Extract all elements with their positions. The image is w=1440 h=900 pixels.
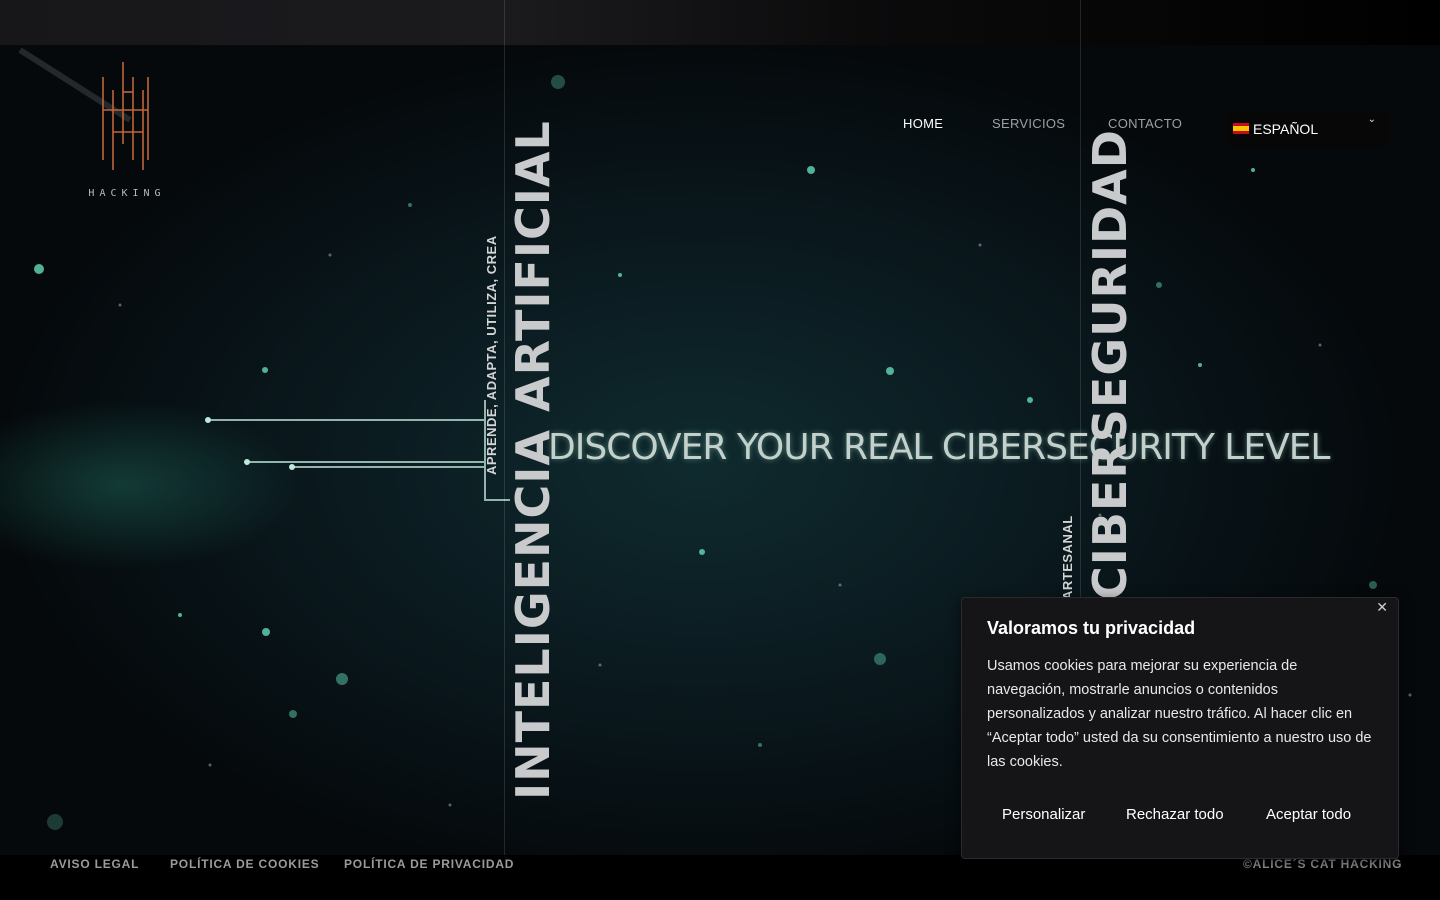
nav-item-servicios[interactable]: SERVICIOS [992,116,1065,131]
cookie-title: Valoramos tu privacidad [987,618,1196,638]
accept-all-button[interactable]: Aceptar todo [1266,798,1351,832]
spain-flag-icon [1233,123,1249,134]
footer-link-cookies[interactable]: POLÍTICA DE COOKIES [170,857,319,871]
security-column-title[interactable]: CIBERSEGURIDAD [1083,129,1137,600]
logo-wordmark: HACKING [88,188,165,199]
cookie-description: Usamos cookies para mejorar su experienc… [987,658,1372,770]
language-selector[interactable]: ESPAÑOL ⌄ [1227,110,1390,147]
footer-copyright: ©ALICE´S CAT HACKING [1243,857,1403,871]
site-footer: AVISO LEGAL POLÍTICA DE COOKIES POLÍTICA… [0,855,1440,900]
footer-link-privacidad[interactable]: POLÍTICA DE PRIVACIDAD [344,857,514,871]
reject-all-button[interactable]: Rechazar todo [1126,798,1224,832]
nav-item-home[interactable]: HOME [903,116,943,131]
customize-button[interactable]: Personalizar [1002,798,1085,832]
cookie-consent-dialog: ✕ Valoramos tu privacidad Usamos cookies… [961,597,1399,859]
security-column-subtitle: ARTESANAL [1060,515,1075,600]
close-icon[interactable]: ✕ [1376,600,1388,616]
svg-text:HACKING: HACKING [88,188,165,199]
ai-column-subtitle: APRENDE, ADAPTA, UTILIZA, CREA [484,235,499,475]
ai-column-title[interactable]: INTELIGENCIA ARTIFICIAL [506,120,560,800]
top-bar [0,0,1440,45]
chevron-down-icon: ⌄ [1367,114,1376,125]
logo-mark-icon [102,62,149,170]
site-logo[interactable]: HACKING [86,62,168,202]
column-divider [504,0,505,900]
language-label: ESPAÑOL [1253,120,1319,137]
footer-link-aviso-legal[interactable]: AVISO LEGAL [50,857,139,871]
hero-headline: DISCOVER YOUR REAL CIBERSECURITY LEVEL [548,427,1331,468]
